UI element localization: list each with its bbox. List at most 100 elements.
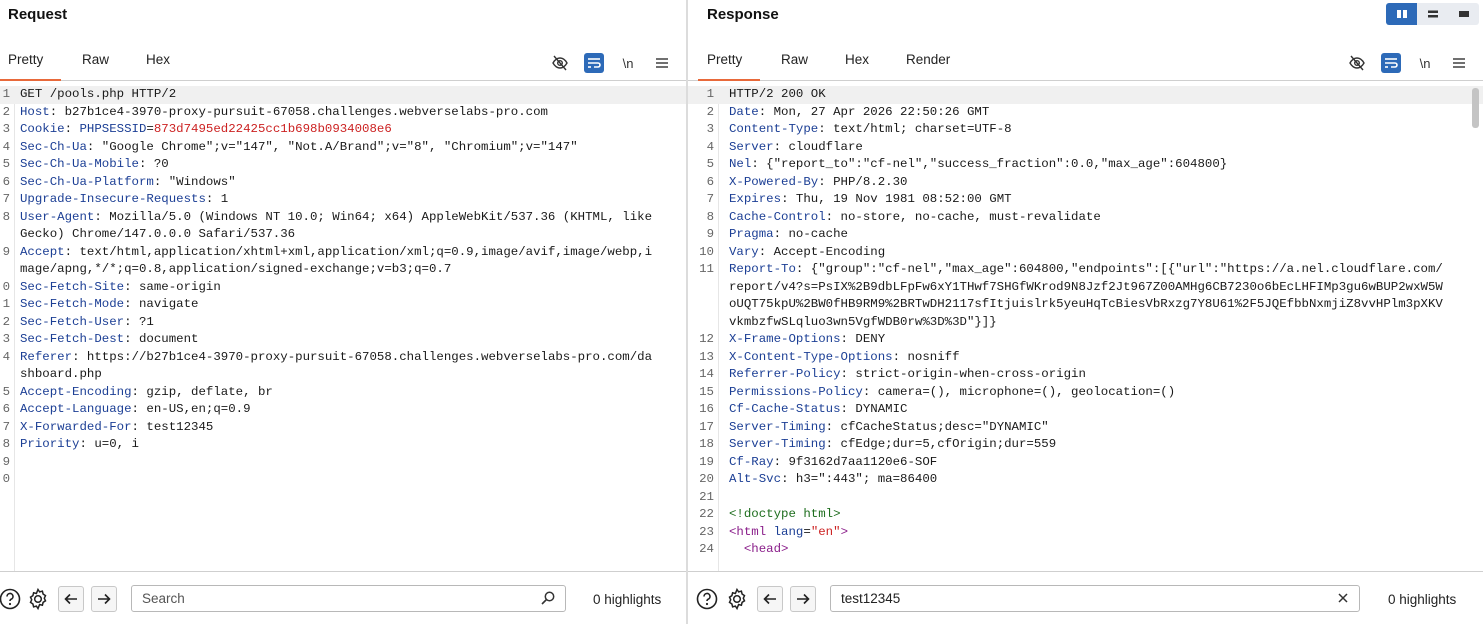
tab-response-pretty[interactable]: Pretty <box>697 52 761 81</box>
code-line[interactable]: 6 Sec-Ch-Ua-Platform: "Windows" <box>0 174 686 192</box>
header-name: Accept <box>20 244 65 259</box>
line-content: Sec-Fetch-User: ?1 <box>10 314 658 332</box>
header-name: X-Content-Type-Options <box>729 349 893 364</box>
code-line[interactable]: 4 Sec-Ch-Ua: "Google Chrome";v="147", "No… <box>0 139 686 157</box>
code-token: : test12345 <box>131 419 214 434</box>
layout-side-by-side-icon[interactable] <box>1386 3 1417 25</box>
code-line[interactable]: 8 Cache-Control: no-store, no-cache, must… <box>688 209 1483 227</box>
previous-arrow-icon[interactable] <box>757 586 783 612</box>
code-line[interactable]: 8 User-Agent: Mozilla/5.0 (Windows NT 10.… <box>0 209 686 244</box>
code-line[interactable]: 1 GET /pools.php HTTP/2 <box>0 86 686 104</box>
help-icon[interactable] <box>694 586 720 612</box>
code-line[interactable]: 18 Server-Timing: cfEdge;dur=5,cfOrigin;d… <box>688 436 1483 454</box>
code-token: : 1 <box>205 192 229 206</box>
line-number: 9 <box>2 244 10 259</box>
code-line[interactable]: 13 X-Content-Type-Options: nosniff <box>688 349 1483 367</box>
tab-response-raw[interactable]: Raw <box>781 52 808 67</box>
code-token: : en-US,en;q=0.9 <box>131 402 251 416</box>
settings-gear-icon[interactable] <box>724 586 750 612</box>
code-line[interactable]: 7 X-Forwarded-For: test12345 <box>0 419 686 437</box>
code-token: : Thu, 19 Nov 1981 08:52:00 GMT <box>781 192 1012 206</box>
request-search-input[interactable]: Search <box>131 585 566 612</box>
clear-search-icon[interactable] <box>1337 591 1349 607</box>
code-line[interactable]: 21 <box>688 489 1483 507</box>
header-name: Cf-Ray <box>729 454 774 469</box>
code-line[interactable]: 8 Priority: u=0, i <box>0 436 686 454</box>
code-line[interactable]: 3 Cookie: PHPSESSID=873d7495ed22425cc1b69… <box>0 121 686 139</box>
tab-response-hex[interactable]: Hex <box>845 52 869 67</box>
newline-toggle-icon[interactable]: \n <box>616 52 640 74</box>
code-line[interactable]: 12 X-Frame-Options: DENY <box>688 331 1483 349</box>
code-line[interactable]: 1 Sec-Fetch-Mode: navigate <box>0 296 686 314</box>
code-line[interactable]: 3 Content-Type: text/html; charset=UTF-8 <box>688 121 1483 139</box>
code-line[interactable]: 22 <!doctype html> <box>688 506 1483 524</box>
line-content <box>10 471 658 489</box>
word-wrap-icon[interactable] <box>1381 53 1401 73</box>
code-line[interactable]: 11 Report-To: {"group":"cf-nel","max_age"… <box>688 261 1483 331</box>
layout-stacked-icon[interactable] <box>1417 3 1448 25</box>
line-content: Accept-Encoding: gzip, deflate, br <box>10 384 658 402</box>
code-line[interactable]: 3 Sec-Fetch-Dest: document <box>0 331 686 349</box>
code-line[interactable]: 24 <head> <box>688 541 1483 559</box>
response-scrollbar[interactable] <box>1472 88 1479 128</box>
code-line[interactable]: 0 Sec-Fetch-Site: same-origin <box>0 279 686 297</box>
settings-gear-icon[interactable] <box>25 586 51 612</box>
code-line[interactable]: 23 <html lang="en"> <box>688 524 1483 542</box>
response-editor[interactable]: 1 HTTP/2 200 OK 2 Date: Mon, 27 Apr 2026 22… <box>688 86 1483 571</box>
help-icon[interactable] <box>0 586 23 612</box>
response-search-input[interactable]: test12345 <box>830 585 1360 612</box>
code-line[interactable]: 19 Cf-Ray: 9f3162d7aa1120e6-SOF <box>688 454 1483 472</box>
line-content: Cache-Control: no-store, no-cache, must-… <box>714 209 1449 227</box>
newline-toggle-icon[interactable]: \n <box>1413 52 1437 74</box>
line-content: Priority: u=0, i <box>10 436 658 454</box>
menu-icon[interactable] <box>1447 52 1471 74</box>
search-icon[interactable] <box>541 591 555 608</box>
code-line[interactable]: 14 Referrer-Policy: strict-origin-when-cr… <box>688 366 1483 384</box>
line-number: 8 <box>2 437 10 451</box>
hide-nonprintable-icon[interactable] <box>1345 52 1369 74</box>
previous-arrow-icon[interactable] <box>58 586 84 612</box>
code-line[interactable]: 6 Accept-Language: en-US,en;q=0.9 <box>0 401 686 419</box>
code-line[interactable]: 17 Server-Timing: cfCacheStatus;desc="DYN… <box>688 419 1483 437</box>
code-line[interactable]: 6 X-Powered-By: PHP/8.2.30 <box>688 174 1483 192</box>
code-line[interactable]: 2 Sec-Fetch-User: ?1 <box>0 314 686 332</box>
code-line[interactable]: 2 Host: b27b1ce4-3970-proxy-pursuit-67058… <box>0 104 686 122</box>
tab-request-hex[interactable]: Hex <box>146 52 170 67</box>
code-line[interactable]: 4 Referer: https://b27b1ce4-3970-proxy-pu… <box>0 349 686 384</box>
word-wrap-icon[interactable] <box>584 53 604 73</box>
code-line[interactable]: 9 <box>0 454 686 472</box>
header-name: Accept-Language <box>20 402 132 416</box>
code-line[interactable]: 4 Server: cloudflare <box>688 139 1483 157</box>
code-line[interactable]: 16 Cf-Cache-Status: DYNAMIC <box>688 401 1483 419</box>
menu-icon[interactable] <box>650 52 674 74</box>
code-line[interactable]: 9 Pragma: no-cache <box>688 226 1483 244</box>
code-line[interactable]: 10 Vary: Accept-Encoding <box>688 244 1483 262</box>
line-number: 14 <box>699 367 714 381</box>
header-name: Sec-Fetch-Site <box>20 279 125 294</box>
line-number: 7 <box>2 192 10 206</box>
line-number: 9 <box>2 454 10 469</box>
code-line[interactable]: 7 Expires: Thu, 19 Nov 1981 08:52:00 GMT <box>688 191 1483 209</box>
request-editor[interactable]: 1 GET /pools.php HTTP/2 2 Host: b27b1ce4-39… <box>0 86 686 571</box>
code-line[interactable]: 2 Date: Mon, 27 Apr 2026 22:50:26 GMT <box>688 104 1483 122</box>
code-line[interactable]: 5 Nel: {"report_to":"cf-nel","success_fra… <box>688 156 1483 174</box>
tab-request-raw[interactable]: Raw <box>82 52 109 67</box>
tab-response-render[interactable]: Render <box>906 52 950 67</box>
code-token: : DYNAMIC <box>840 402 908 416</box>
tab-request-pretty[interactable]: Pretty <box>0 52 62 81</box>
code-line[interactable]: 0 <box>0 471 686 489</box>
code-line[interactable]: 20 Alt-Svc: h3=":443"; ma=86400 <box>688 471 1483 489</box>
response-tabs: Pretty Raw Hex Render \n <box>688 44 1483 81</box>
code-line[interactable]: 15 Permissions-Policy: camera=(), microph… <box>688 384 1483 402</box>
code-line[interactable]: 1 HTTP/2 200 OK <box>688 86 1483 104</box>
code-line[interactable]: 7 Upgrade-Insecure-Requests: 1 <box>0 191 686 209</box>
code-line[interactable]: 5 Accept-Encoding: gzip, deflate, br <box>0 384 686 402</box>
code-token: : camera=(), microphone=(), geolocation=… <box>862 384 1176 399</box>
code-line[interactable]: 9 Accept: text/html,application/xhtml+xml… <box>0 244 686 279</box>
layout-tabs-icon[interactable] <box>1448 3 1479 25</box>
hide-nonprintable-icon[interactable] <box>548 52 572 74</box>
next-arrow-icon[interactable] <box>91 586 117 612</box>
code-line[interactable]: 5 Sec-Ch-Ua-Mobile: ?0 <box>0 156 686 174</box>
next-arrow-icon[interactable] <box>790 586 816 612</box>
line-number: 0 <box>2 472 10 486</box>
